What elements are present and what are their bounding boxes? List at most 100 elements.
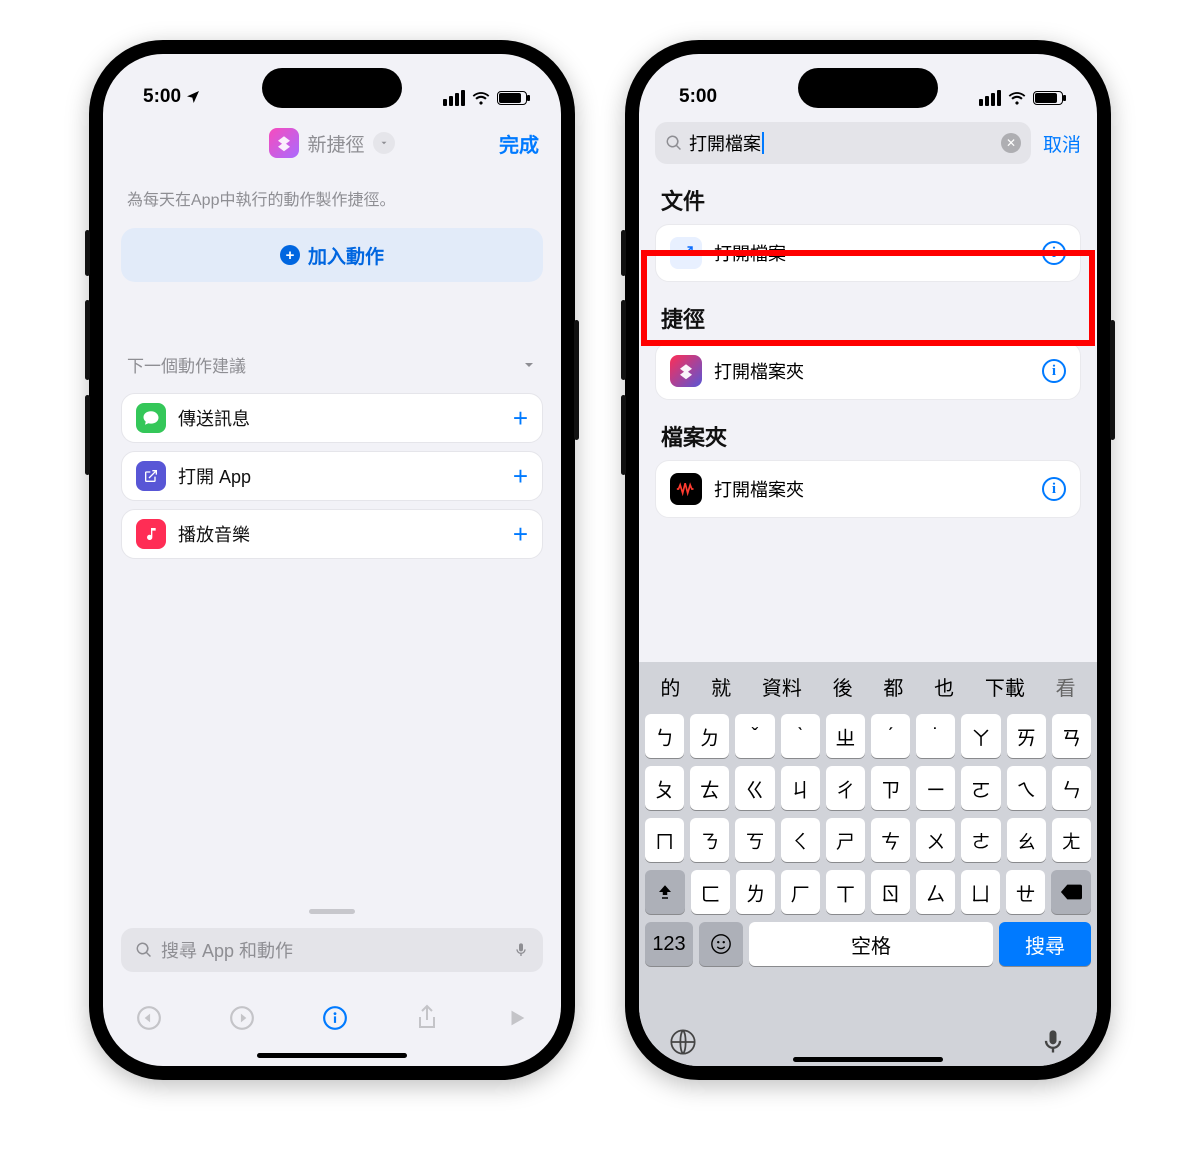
undo-icon[interactable]	[136, 1005, 162, 1031]
key[interactable]: ㄚ	[961, 714, 1000, 758]
key[interactable]: ㄟ	[1007, 766, 1046, 810]
redo-icon[interactable]	[229, 1005, 255, 1031]
home-indicator[interactable]	[257, 1053, 407, 1058]
search-input[interactable]: 打開檔案 ✕	[655, 122, 1031, 164]
mic-icon[interactable]	[513, 940, 529, 960]
key[interactable]: ㄙ	[916, 870, 955, 914]
suggestion-send-message[interactable]: 傳送訊息 +	[121, 393, 543, 443]
add-icon[interactable]: +	[513, 519, 528, 550]
key[interactable]: ㄏ	[781, 870, 820, 914]
key[interactable]: ㄤ	[1052, 818, 1091, 862]
candidate[interactable]: 都	[883, 672, 903, 701]
candidate[interactable]: 資料	[762, 672, 802, 701]
candidate[interactable]: 就	[711, 672, 731, 701]
info-icon[interactable]: i	[1042, 359, 1066, 383]
wifi-icon	[471, 88, 491, 108]
key[interactable]: ˋ	[781, 714, 820, 758]
side-button-mute	[85, 230, 90, 276]
info-icon[interactable]: i	[1042, 241, 1066, 265]
candidate[interactable]: 看	[1056, 672, 1076, 701]
key[interactable]: ㄢ	[1052, 714, 1091, 758]
search-icon	[665, 134, 683, 152]
battery-icon	[1033, 91, 1063, 105]
key-space[interactable]: 空格	[749, 922, 993, 966]
action-open-folder-voice[interactable]: 打開檔案夾 i	[655, 460, 1081, 518]
key-emoji[interactable]	[699, 922, 743, 966]
info-icon[interactable]	[322, 1005, 348, 1031]
messages-icon	[136, 403, 166, 433]
candidate[interactable]: 後	[833, 672, 853, 701]
key[interactable]: ㄇ	[645, 818, 684, 862]
side-button-vol-up	[621, 300, 626, 380]
mic-icon[interactable]	[1039, 1028, 1067, 1056]
key[interactable]: ㄅ	[645, 714, 684, 758]
key[interactable]: ㄈ	[691, 870, 730, 914]
sheet-grabber[interactable]	[309, 909, 355, 914]
key-return[interactable]: 搜尋	[999, 922, 1091, 966]
open-app-icon	[136, 461, 166, 491]
key[interactable]: ㄘ	[871, 818, 910, 862]
candidate[interactable]: 的	[660, 672, 680, 701]
candidate-bar[interactable]: 的 就 資料 後 都 也 下載 看	[639, 662, 1097, 710]
key[interactable]: ㄕ	[826, 818, 865, 862]
key[interactable]: ㄩ	[961, 870, 1000, 914]
share-icon[interactable]	[415, 1004, 439, 1032]
side-button-right	[1110, 320, 1115, 440]
play-icon[interactable]	[506, 1006, 528, 1030]
chevron-down-icon[interactable]	[373, 132, 395, 154]
side-button-vol-down	[621, 395, 626, 475]
key[interactable]: ㄗ	[871, 766, 910, 810]
done-button[interactable]: 完成	[499, 129, 539, 158]
key[interactable]: ㄝ	[1006, 870, 1045, 914]
info-icon[interactable]: i	[1042, 477, 1066, 501]
key[interactable]: ㄓ	[826, 714, 865, 758]
home-indicator[interactable]	[793, 1057, 943, 1062]
key-123[interactable]: 123	[645, 922, 693, 966]
suggestion-open-app[interactable]: 打開 App +	[121, 451, 543, 501]
key[interactable]: ㄛ	[961, 766, 1000, 810]
key[interactable]: ˇ	[735, 714, 774, 758]
suggestion-play-music[interactable]: 播放音樂 +	[121, 509, 543, 559]
action-label: 打開檔案夾	[714, 358, 804, 384]
add-icon[interactable]: +	[513, 403, 528, 434]
key[interactable]: ㄍ	[735, 766, 774, 810]
key[interactable]: ㄧ	[916, 766, 955, 810]
key[interactable]: ㄣ	[1052, 766, 1091, 810]
key[interactable]: ㄨ	[916, 818, 955, 862]
key[interactable]: ㄑ	[781, 818, 820, 862]
action-open-file[interactable]: 打開檔案 i	[655, 224, 1081, 282]
candidate[interactable]: 下載	[985, 672, 1025, 701]
key-delete[interactable]	[1051, 870, 1091, 914]
cancel-button[interactable]: 取消	[1043, 130, 1081, 157]
key[interactable]: ˊ	[871, 714, 910, 758]
location-icon	[185, 89, 201, 105]
candidate[interactable]: 也	[934, 672, 954, 701]
key[interactable]: ㄐ	[781, 766, 820, 810]
globe-icon[interactable]	[669, 1028, 697, 1056]
key[interactable]: ㄔ	[826, 766, 865, 810]
add-icon[interactable]: +	[513, 461, 528, 492]
plus-icon: +	[280, 245, 300, 265]
key[interactable]: ㄊ	[690, 766, 729, 810]
clear-icon[interactable]: ✕	[1001, 133, 1021, 153]
key[interactable]: ㄜ	[961, 818, 1000, 862]
suggestions-header[interactable]: 下一個動作建議	[103, 352, 561, 377]
key[interactable]: ㄉ	[690, 714, 729, 758]
key[interactable]: ㄎ	[735, 818, 774, 862]
key[interactable]: ˙	[916, 714, 955, 758]
open-file-icon	[670, 237, 702, 269]
key[interactable]: ㄋ	[690, 818, 729, 862]
keyboard: 的 就 資料 後 都 也 下載 看 ㄅㄉˇˋㄓˊ˙ㄚㄞㄢ ㄆㄊㄍㄐㄔㄗㄧㄛㄟㄣ …	[639, 662, 1097, 1066]
key[interactable]: ㄞ	[1007, 714, 1046, 758]
search-placeholder: 搜尋 App 和動作	[161, 937, 293, 963]
key[interactable]: ㄆ	[645, 766, 684, 810]
key[interactable]: ㄌ	[736, 870, 775, 914]
dynamic-island	[798, 68, 938, 108]
key[interactable]: ㄒ	[826, 870, 865, 914]
key[interactable]: ㄖ	[871, 870, 910, 914]
action-open-folder-shortcuts[interactable]: 打開檔案夾 i	[655, 342, 1081, 400]
search-input[interactable]: 搜尋 App 和動作	[121, 928, 543, 972]
add-action-button[interactable]: + 加入動作	[121, 228, 543, 282]
key-caps[interactable]	[645, 870, 685, 914]
key[interactable]: ㄠ	[1007, 818, 1046, 862]
